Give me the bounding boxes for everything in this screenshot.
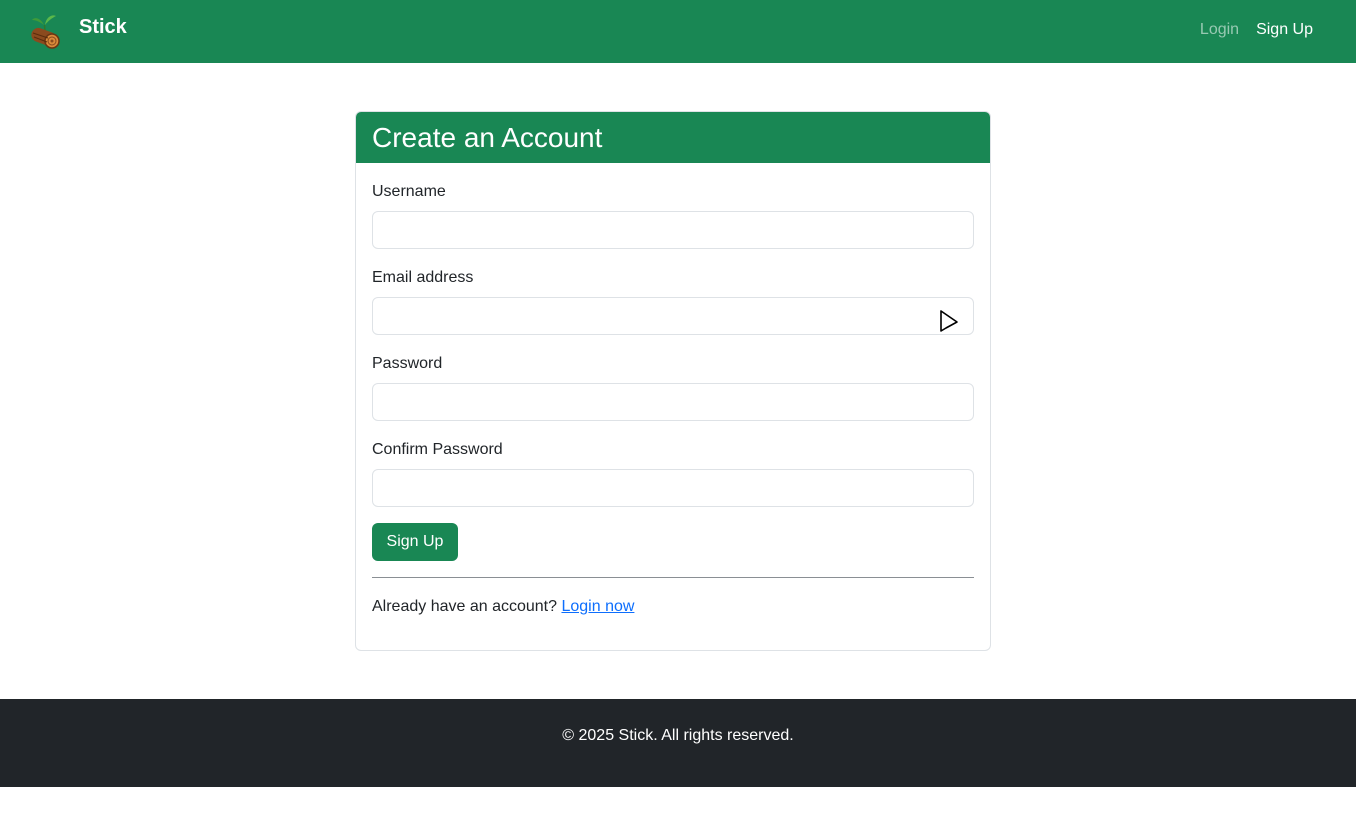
card-header: Create an Account (356, 112, 990, 163)
confirm-password-label: Confirm Password (372, 441, 503, 458)
password-label: Password (372, 355, 443, 372)
top-navbar: Stick Login Sign Up (0, 0, 1356, 63)
form-title: Create an Account (372, 121, 603, 153)
confirm-password-input[interactable] (372, 469, 974, 507)
signup-submit-button[interactable]: Sign Up (372, 523, 458, 561)
mouse-cursor-icon (940, 310, 958, 332)
email-label: Email address (372, 269, 474, 286)
password-input[interactable] (372, 383, 974, 421)
signup-card: Create an Account Username Email address… (355, 111, 991, 651)
brand-link[interactable]: Stick (28, 10, 127, 50)
email-input[interactable] (372, 297, 974, 335)
username-input[interactable] (372, 211, 974, 249)
login-prompt-text: Already have an account? (372, 598, 558, 615)
nav-login-link[interactable]: Login (1200, 19, 1239, 41)
page-footer: © 2025 Stick. All rights reserved. (0, 699, 1356, 787)
log-with-sprout-icon (31, 15, 60, 49)
login-now-link[interactable]: Login now (561, 598, 634, 615)
nav-links: Login Sign Up (1200, 19, 1313, 41)
username-label: Username (372, 183, 446, 200)
footer-copyright: © 2025 Stick. All rights reserved. (562, 727, 794, 744)
divider (372, 577, 974, 578)
login-prompt-line: Already have an account? Login now (372, 597, 634, 617)
nav-signup-link[interactable]: Sign Up (1256, 19, 1313, 41)
brand-name: Stick (79, 15, 127, 38)
